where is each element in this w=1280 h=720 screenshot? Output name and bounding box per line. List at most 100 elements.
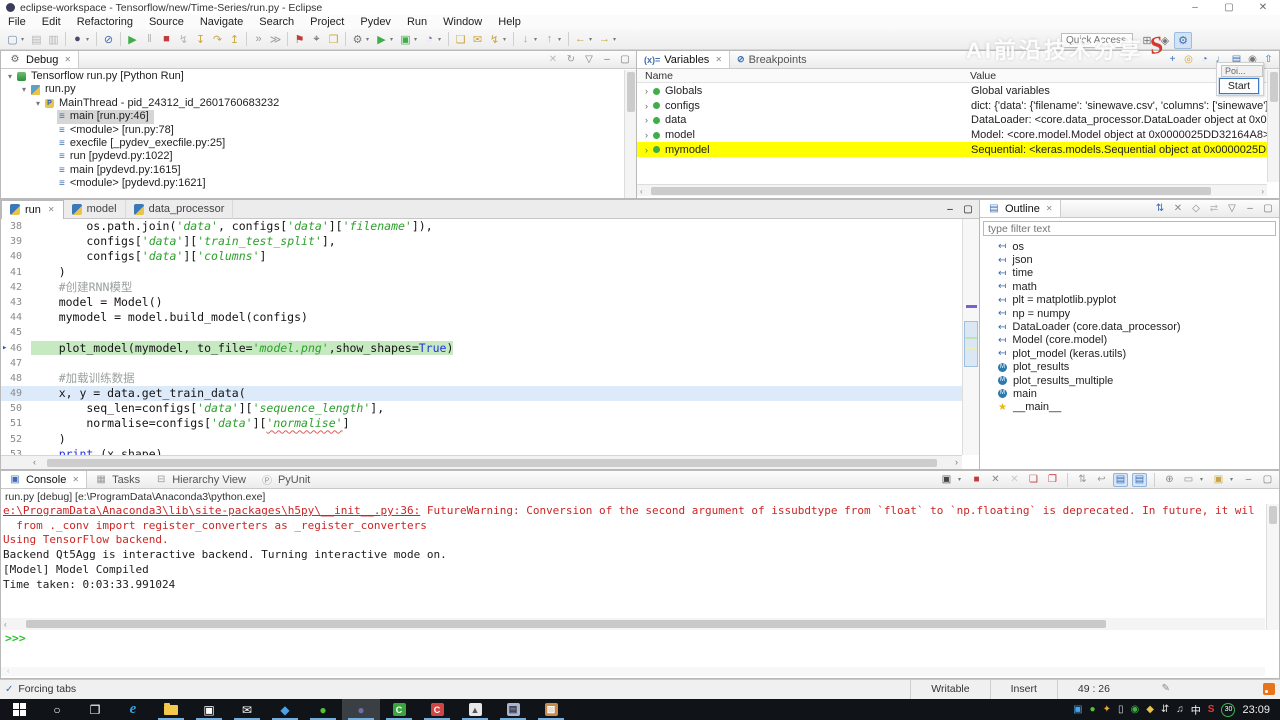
profile-button-dropdown[interactable]: ▾ [438,36,445,43]
editor-hscrollbar[interactable]: ‹ › [1,455,962,469]
link-with-editor-icon[interactable]: ⇄ [1207,202,1221,216]
expand-twisty-icon[interactable]: › [645,115,648,125]
outline-item[interactable]: Mmain [980,387,1279,400]
collapse-all-icon[interactable]: ✕ [1171,202,1185,216]
sort-icon[interactable]: ⇅ [1153,202,1167,216]
debug-tree-item[interactable]: ≡ run [pydevd.py:1022] [1,150,624,163]
code-line[interactable]: 51 normalise=configs['data']['normalise'… [1,416,962,431]
battery-indicator[interactable]: 30 [1221,702,1236,717]
step-into-button[interactable]: ↧ [192,31,209,48]
outline-item[interactable]: ↤ plot_model (keras.utils) [980,347,1279,360]
cortana-button[interactable]: ○ [38,699,76,720]
clear-console-button[interactable]: ❐ [1045,473,1060,487]
back-button[interactable]: ← [572,31,589,48]
menu-help[interactable]: Help [490,16,529,28]
maximize-icon[interactable]: ▢ [961,202,975,216]
code-area[interactable]: 38 os.path.join('data', configs['data'][… [1,219,962,455]
minimize-icon[interactable]: – [943,202,957,216]
tray-clock[interactable]: 23:09 [1242,704,1270,716]
run-button[interactable]: ▶ [373,31,390,48]
open-folder-button[interactable]: ❏ [452,31,469,48]
tray-display-icon[interactable]: ▣ [1073,704,1082,715]
terminate-button[interactable]: ■ [158,31,175,48]
maximize-icon[interactable]: ▢ [618,53,632,67]
scroll-right-icon[interactable]: › [955,457,958,467]
outline-item[interactable]: Mplot_results [980,361,1279,374]
back-button-dropdown[interactable]: ▾ [589,36,596,43]
tab-console[interactable]: ▣ Console ✕ [1,471,88,488]
lightning-button-dropdown[interactable]: ▾ [503,36,510,43]
coverage-button[interactable]: ▣ [397,31,414,48]
line-number[interactable]: 50 [1,401,31,416]
account-button[interactable]: ● [69,31,86,48]
prev-annotation-button[interactable]: ↑ [541,31,558,48]
open-perspective-icon[interactable]: ⊞ [1138,32,1156,49]
lightning-button[interactable]: ↯ [486,31,503,48]
debug-tree-item[interactable]: ≡ main [run.py:46] [1,110,624,124]
eclipse-app[interactable]: ● [342,699,380,720]
edge-app[interactable]: e [114,699,152,720]
tab-breakpoints[interactable]: ⊘ Breakpoints [730,51,814,68]
suspend-button[interactable]: ‖ [141,31,158,48]
menu-source[interactable]: Source [141,16,192,28]
debug-tree-item[interactable]: ▾ run.py [1,83,624,96]
open-mail-button[interactable]: ✉ [469,31,486,48]
debug-perspective-icon[interactable]: ⚙ [1174,32,1192,49]
tray-network-icon[interactable]: ⇵ [1161,704,1169,715]
resume-button[interactable]: ▶ [124,31,141,48]
forward-button-dropdown[interactable]: ▾ [613,36,620,43]
menu-project[interactable]: Project [302,16,352,28]
line-number[interactable]: 38 [1,219,31,234]
wechat-app[interactable]: ● [304,699,342,720]
open-console-button[interactable]: ❒ [325,31,342,48]
menu-refactoring[interactable]: Refactoring [69,16,141,28]
code-line[interactable]: 52 ) [1,432,962,447]
code-line[interactable]: 53 print (x.shape) [1,447,962,455]
messenger-app[interactable]: ◆ [266,699,304,720]
editor-tab-run[interactable]: run ✕ [1,199,64,219]
skip-breakpoints-button[interactable]: ⊘ [100,31,117,48]
show-stdout-button[interactable]: ▤ [1113,472,1128,487]
tab-pyunit[interactable]: Ⓟ PyUnit [253,471,317,488]
profile-button[interactable]: ◔ [421,31,438,48]
debug-tree-item[interactable]: ≡ <module> [pydevd.py:1621] [1,177,624,190]
code-line[interactable]: 50 seq_len=configs['data']['sequence_len… [1,401,962,416]
flag-button[interactable]: ⚑ [291,31,308,48]
variable-row[interactable]: › configs dict: {'data': {'filename': 'sin… [637,99,1267,114]
close-icon[interactable]: ✕ [715,55,722,64]
code-line[interactable]: 42 #创建RNN模型 [1,280,962,295]
console-display-button-dropdown[interactable]: ▾ [958,476,965,483]
menu-file[interactable]: File [0,16,34,28]
line-number[interactable]: 43 [1,295,31,310]
use-step-filters-button[interactable]: ≫ [267,31,284,48]
code-line[interactable]: 45 [1,325,962,340]
display-console-button[interactable]: ▭ [1181,473,1196,487]
feed-icon[interactable] [1263,683,1275,695]
line-number[interactable]: 51 [1,416,31,431]
tray-green-app-icon[interactable]: ● [1090,704,1096,715]
maximize-button[interactable]: ▢ [1212,0,1246,15]
pin-icon[interactable]: + [1166,53,1179,66]
console-hscrollbar[interactable]: ‹ [1,618,1265,630]
line-number[interactable]: 47 [1,356,31,371]
menu-run[interactable]: Run [399,16,435,28]
remove-all-launches-button[interactable]: ✕ [1007,473,1022,487]
menu-window[interactable]: Window [435,16,490,28]
minimize-icon[interactable]: – [600,53,614,67]
console-vscrollbar[interactable] [1266,504,1279,630]
maximize-icon[interactable]: ▢ [1261,202,1275,216]
open-console-button[interactable]: ▣ [1211,473,1226,487]
code-line[interactable]: 41 ) [1,265,962,280]
code-line[interactable]: 49 x, y = data.get_train_data( [1,386,962,402]
mail-app[interactable]: ✉ [228,699,266,720]
variable-row[interactable]: › model Model: <core.model.Model object at… [637,128,1267,143]
editor-overview-ruler[interactable] [962,219,979,455]
next-annotation-button-dropdown[interactable]: ▾ [534,36,541,43]
expand-twisty-icon[interactable]: ▾ [19,83,29,96]
new-wizard-button[interactable]: ▢ [4,31,21,48]
tray-paw-icon[interactable]: ✦ [1103,704,1111,715]
save-all-button[interactable]: ▥ [45,31,62,48]
outline-item[interactable]: ↤ Model (core.model) [980,334,1279,347]
tray-phone-icon[interactable]: ▯ [1118,704,1124,715]
editor-vscrollbar-thumb[interactable] [964,321,978,367]
